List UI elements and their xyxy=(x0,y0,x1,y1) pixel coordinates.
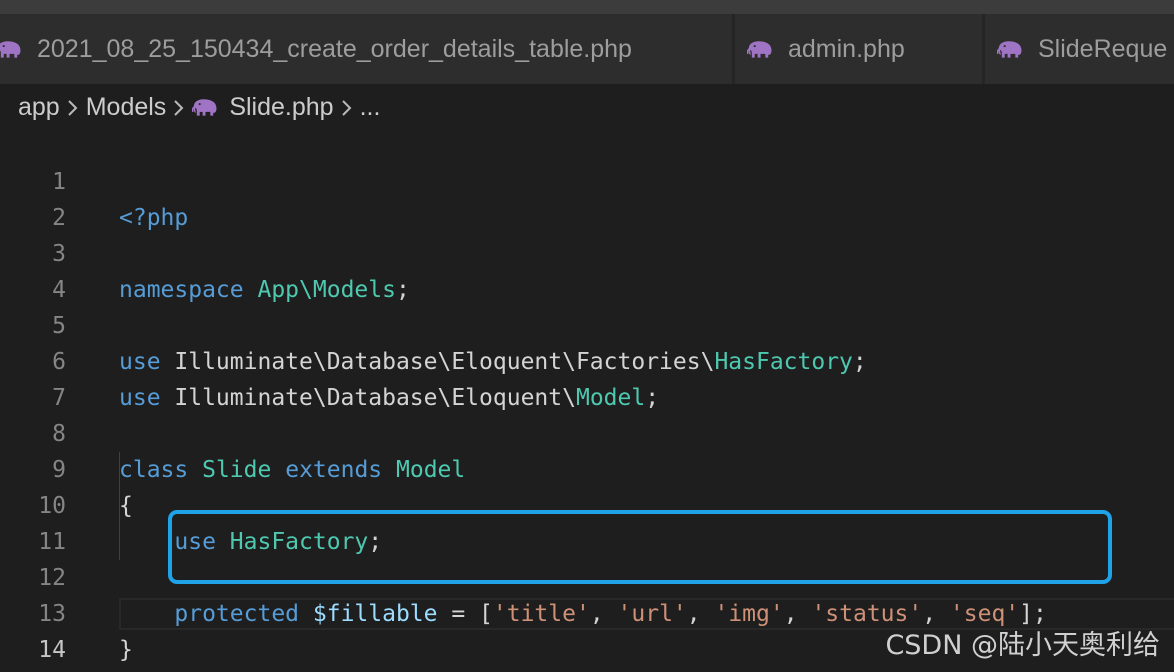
breadcrumb-item-symbols[interactable]: ... xyxy=(360,93,381,122)
code-line: 8 class Slide extends Model xyxy=(0,380,1174,483)
chevron-right-icon xyxy=(60,93,86,122)
breadcrumb: app Models Slide.php ... xyxy=(0,84,1174,130)
tab-admin-php[interactable]: admin.php xyxy=(735,14,983,84)
php-elephant-icon xyxy=(0,39,23,59)
breadcrumb-item-app[interactable]: app xyxy=(18,93,60,122)
breadcrumb-item-file[interactable]: Slide.php xyxy=(192,92,334,122)
code-line: 1 <?php xyxy=(0,128,1174,231)
code-line: 3 namespace App\Models; xyxy=(0,200,1174,303)
annotation-highlight-box xyxy=(168,510,1112,584)
code-line: 5 use Illuminate\Database\Eloquent\Facto… xyxy=(0,272,1174,375)
code-line: 4 xyxy=(0,236,1174,303)
code-line: 6 use Illuminate\Database\Eloquent\Model… xyxy=(0,308,1174,411)
breadcrumb-file-label: Slide.php xyxy=(229,92,334,121)
line-number: 14 xyxy=(38,637,66,663)
tab-label: SlideReque xyxy=(1038,34,1168,63)
tab-create-order-details-table[interactable]: 2021_08_25_150434_create_order_details_t… xyxy=(0,14,733,84)
code-line: 9 { xyxy=(0,416,1174,519)
tab-label: 2021_08_25_150434_create_order_details_t… xyxy=(37,34,632,63)
code-line: 10 use HasFactory; xyxy=(0,452,1174,555)
php-elephant-icon xyxy=(192,97,219,117)
editor-tab-bar: 2021_08_25_150434_create_order_details_t… xyxy=(0,0,1174,84)
code-editor[interactable]: 1 <?php 2 3 namespace App\Models; 4 5 us… xyxy=(0,128,1174,672)
code-text[interactable]: } xyxy=(119,632,133,668)
code-line: 2 xyxy=(0,164,1174,231)
php-elephant-icon xyxy=(997,39,1024,59)
chevron-right-icon xyxy=(334,93,360,122)
tab-label: admin.php xyxy=(788,34,905,63)
window-top-edge xyxy=(0,0,1174,14)
chevron-right-icon xyxy=(166,93,192,122)
php-elephant-icon xyxy=(747,39,774,59)
breadcrumb-item-models[interactable]: Models xyxy=(86,93,167,122)
code-line: 7 xyxy=(0,344,1174,411)
watermark: CSDN @陆小天奥利给 xyxy=(885,630,1160,661)
tab-slide-request[interactable]: SlideReque xyxy=(985,14,1174,84)
